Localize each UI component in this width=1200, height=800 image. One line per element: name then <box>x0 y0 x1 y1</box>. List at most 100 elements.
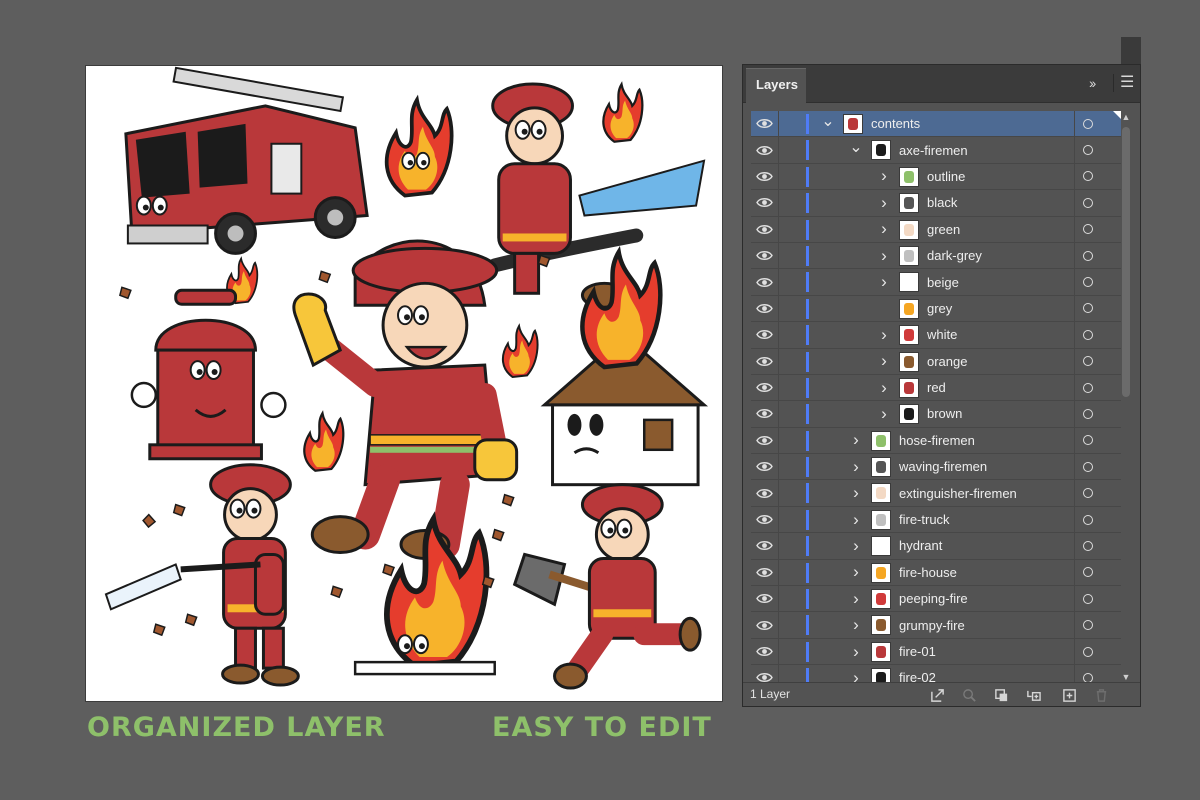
lock-toggle[interactable] <box>778 638 803 665</box>
lock-toggle[interactable] <box>778 559 803 586</box>
layer-row-extinguisher-firemen[interactable]: › extinguisher-firemen <box>751 480 1121 507</box>
layer-row-fire-house[interactable]: › fire-house <box>751 559 1121 587</box>
lock-toggle[interactable] <box>778 454 803 480</box>
target-circle-icon[interactable] <box>1074 374 1100 401</box>
target-circle-icon[interactable] <box>1074 559 1100 586</box>
layer-row-contents[interactable]: ⌄ contents <box>751 111 1121 138</box>
lock-toggle[interactable] <box>778 295 803 322</box>
target-circle-icon[interactable] <box>1074 163 1100 190</box>
target-circle-icon[interactable] <box>1074 638 1100 665</box>
lock-toggle[interactable] <box>778 533 803 559</box>
layer-name[interactable]: fire-01 <box>899 639 936 664</box>
hamburger-menu-icon[interactable]: ☰ <box>1120 72 1134 92</box>
layer-row-peeping-fire[interactable]: › peeping-fire <box>751 586 1121 613</box>
layer-name[interactable]: fire-02 <box>899 665 936 683</box>
chevron-right-icon[interactable]: › <box>877 375 891 400</box>
target-circle-icon[interactable] <box>1074 454 1100 480</box>
lock-toggle[interactable] <box>778 190 803 216</box>
chevron-right-icon[interactable]: › <box>877 269 891 294</box>
delete-icon[interactable] <box>1093 687 1109 703</box>
eye-icon[interactable] <box>751 401 777 426</box>
target-circle-icon[interactable] <box>1074 111 1100 137</box>
lock-toggle[interactable] <box>778 137 803 163</box>
new-layer-icon[interactable] <box>1061 687 1077 703</box>
layer-row-green[interactable]: › green <box>751 216 1121 243</box>
eye-icon[interactable] <box>751 296 777 321</box>
eye-icon[interactable] <box>751 137 777 162</box>
eye-icon[interactable] <box>751 322 777 347</box>
layer-name[interactable]: fire-truck <box>899 507 950 532</box>
chevron-right-icon[interactable]: › <box>849 612 863 637</box>
target-circle-icon[interactable] <box>1074 348 1100 374</box>
make-clipping-mask-icon[interactable] <box>993 687 1009 703</box>
chevron-right-icon[interactable]: › <box>877 190 891 215</box>
layer-name[interactable]: orange <box>927 349 967 374</box>
chevron-right-icon[interactable]: › <box>877 322 891 347</box>
target-circle-icon[interactable] <box>1074 295 1100 322</box>
eye-icon[interactable] <box>751 164 777 189</box>
layer-name[interactable]: axe-firemen <box>899 137 968 162</box>
eye-icon[interactable] <box>751 375 777 400</box>
target-circle-icon[interactable] <box>1074 665 1100 683</box>
eye-icon[interactable] <box>751 349 777 374</box>
layer-row-black[interactable]: › black <box>751 190 1121 217</box>
layer-name[interactable]: black <box>927 190 957 215</box>
chevron-right-icon[interactable]: › <box>849 507 863 532</box>
lock-toggle[interactable] <box>778 242 803 269</box>
lock-toggle[interactable] <box>778 348 803 374</box>
eye-icon[interactable] <box>751 507 777 532</box>
layer-name[interactable]: red <box>927 375 946 400</box>
layer-row-hose-firemen[interactable]: › hose-firemen <box>751 427 1121 455</box>
layer-row-fire-truck[interactable]: › fire-truck <box>751 506 1121 534</box>
layer-name[interactable]: dark-grey <box>927 243 982 268</box>
eye-icon[interactable] <box>751 190 777 215</box>
target-circle-icon[interactable] <box>1074 269 1100 295</box>
eye-icon[interactable] <box>751 480 777 505</box>
artboard-canvas[interactable] <box>85 65 723 702</box>
create-sublayer-icon[interactable] <box>1025 687 1041 703</box>
lock-toggle[interactable] <box>778 506 803 533</box>
layer-row-red[interactable]: › red <box>751 374 1121 402</box>
target-circle-icon[interactable] <box>1074 190 1100 216</box>
eye-icon[interactable] <box>751 217 777 242</box>
lock-toggle[interactable] <box>778 322 803 348</box>
layer-row-fire-02[interactable]: › fire-02 <box>751 665 1121 683</box>
layer-row-grey[interactable]: grey <box>751 295 1121 323</box>
lock-toggle[interactable] <box>778 612 803 638</box>
target-circle-icon[interactable] <box>1074 401 1100 427</box>
chevron-right-icon[interactable]: › <box>849 480 863 505</box>
eye-icon[interactable] <box>751 533 777 558</box>
layer-row-beige[interactable]: › beige <box>751 269 1121 296</box>
chevron-right-icon[interactable]: › <box>849 533 863 558</box>
lock-toggle[interactable] <box>778 665 803 683</box>
layer-row-dark-grey[interactable]: › dark-grey <box>751 242 1121 270</box>
layer-name[interactable]: white <box>927 322 957 347</box>
scroll-up-icon[interactable]: ▲ <box>1119 111 1133 123</box>
layer-row-hydrant[interactable]: › hydrant <box>751 533 1121 560</box>
layer-row-outline[interactable]: › outline <box>751 163 1121 191</box>
layer-name[interactable]: green <box>927 217 960 242</box>
eye-icon[interactable] <box>751 243 777 268</box>
chevron-right-icon[interactable]: › <box>877 217 891 242</box>
layer-row-white[interactable]: › white <box>751 322 1121 349</box>
lock-toggle[interactable] <box>778 480 803 506</box>
target-circle-icon[interactable] <box>1074 612 1100 638</box>
layers-tab[interactable]: Layers <box>746 68 806 103</box>
chevron-right-icon[interactable]: › <box>849 639 863 664</box>
layer-name[interactable]: extinguisher-firemen <box>899 480 1017 505</box>
target-circle-icon[interactable] <box>1074 322 1100 348</box>
lock-toggle[interactable] <box>778 427 803 454</box>
eye-icon[interactable] <box>751 111 777 136</box>
layer-row-axe-firemen[interactable]: ⌄ axe-firemen <box>751 137 1121 164</box>
chevron-down-icon[interactable]: ⌄ <box>821 111 835 136</box>
eye-icon[interactable] <box>751 560 777 585</box>
chevron-right-icon[interactable]: › <box>877 164 891 189</box>
layer-row-grumpy-fire[interactable]: › grumpy-fire <box>751 612 1121 639</box>
double-chevron-right-icon[interactable]: ›› <box>1089 75 1096 91</box>
lock-toggle[interactable] <box>778 111 803 137</box>
layer-name[interactable]: fire-house <box>899 560 957 585</box>
layer-name[interactable]: peeping-fire <box>899 586 968 611</box>
layer-name[interactable]: hydrant <box>899 533 942 558</box>
chevron-right-icon[interactable]: › <box>849 586 863 611</box>
chevron-right-icon[interactable]: › <box>849 560 863 585</box>
